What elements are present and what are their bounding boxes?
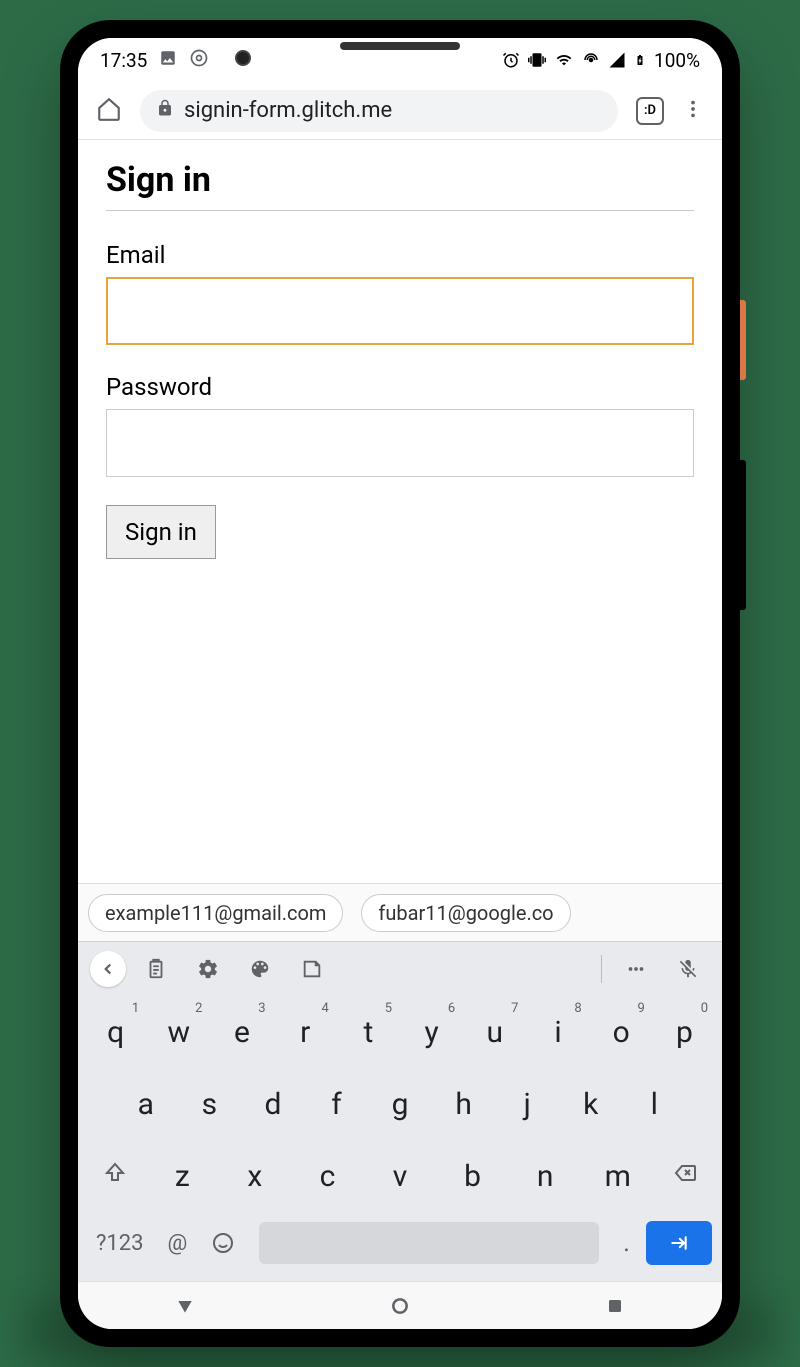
clipboard-icon[interactable] bbox=[134, 947, 178, 991]
key-i[interactable]: i8 bbox=[526, 1003, 589, 1061]
at-key[interactable]: @ bbox=[160, 1219, 196, 1267]
keyboard-row-bottom: ?123 @ . bbox=[84, 1219, 716, 1267]
suggestion-1[interactable]: example111@gmail.com bbox=[88, 894, 343, 932]
url-text: signin-form.glitch.me bbox=[184, 98, 392, 123]
key-z[interactable]: z bbox=[146, 1147, 219, 1205]
url-bar[interactable]: signin-form.glitch.me bbox=[140, 90, 618, 132]
android-nav-bar bbox=[78, 1281, 722, 1329]
key-y[interactable]: y6 bbox=[400, 1003, 463, 1061]
suggestion-2[interactable]: fubar11@google.co bbox=[361, 894, 570, 932]
keyboard-row-1: q1w2e3r4t5y6u7i8o9p0 bbox=[84, 1003, 716, 1061]
notification-icon bbox=[159, 49, 177, 72]
alarm-icon bbox=[502, 51, 520, 69]
key-v[interactable]: v bbox=[364, 1147, 437, 1205]
phone-camera bbox=[235, 50, 251, 66]
keyboard-toolbar bbox=[78, 941, 722, 995]
key-t[interactable]: t5 bbox=[337, 1003, 400, 1061]
keyboard: q1w2e3r4t5y6u7i8o9p0 asdfghjkl zxcvbnm ?… bbox=[78, 995, 722, 1281]
nav-home[interactable] bbox=[380, 1286, 420, 1326]
chrome-icon bbox=[189, 48, 209, 73]
phone-frame: 17:35 bbox=[60, 20, 740, 1347]
key-h[interactable]: h bbox=[432, 1075, 496, 1133]
period-key[interactable]: . bbox=[615, 1219, 638, 1267]
emoji-key[interactable] bbox=[203, 1219, 243, 1267]
sticker-icon[interactable] bbox=[290, 947, 334, 991]
palette-icon[interactable] bbox=[238, 947, 282, 991]
phone-speaker bbox=[340, 42, 460, 50]
browser-toolbar: signin-form.glitch.me :D bbox=[78, 82, 722, 140]
status-time: 17:35 bbox=[100, 49, 147, 72]
page-title: Sign in bbox=[106, 160, 694, 211]
menu-icon[interactable] bbox=[682, 98, 704, 124]
key-q[interactable]: q1 bbox=[84, 1003, 147, 1061]
power-button bbox=[740, 300, 746, 380]
nav-back[interactable] bbox=[165, 1286, 205, 1326]
email-field[interactable] bbox=[106, 277, 694, 345]
key-l[interactable]: l bbox=[623, 1075, 687, 1133]
gear-icon[interactable] bbox=[186, 947, 230, 991]
screen: 17:35 bbox=[78, 38, 722, 1329]
key-k[interactable]: k bbox=[559, 1075, 623, 1133]
key-f[interactable]: f bbox=[305, 1075, 369, 1133]
key-p[interactable]: p0 bbox=[653, 1003, 716, 1061]
page-content: Sign in Email Password Sign in bbox=[78, 140, 722, 883]
battery-icon bbox=[634, 50, 646, 70]
space-key[interactable] bbox=[259, 1222, 599, 1264]
battery-percent: 100% bbox=[654, 49, 700, 72]
key-x[interactable]: x bbox=[219, 1147, 292, 1205]
backspace-key[interactable] bbox=[654, 1147, 716, 1199]
tab-switcher[interactable]: :D bbox=[636, 97, 664, 125]
mic-off-icon[interactable] bbox=[666, 947, 710, 991]
symbols-key[interactable]: ?123 bbox=[88, 1219, 152, 1267]
more-icon[interactable] bbox=[614, 947, 658, 991]
key-r[interactable]: r4 bbox=[274, 1003, 337, 1061]
key-j[interactable]: j bbox=[495, 1075, 559, 1133]
password-field[interactable] bbox=[106, 409, 694, 477]
lock-icon bbox=[156, 98, 174, 123]
key-w[interactable]: w2 bbox=[147, 1003, 210, 1061]
nav-recent[interactable] bbox=[595, 1286, 635, 1326]
key-c[interactable]: c bbox=[291, 1147, 364, 1205]
enter-key[interactable] bbox=[646, 1221, 712, 1265]
home-icon[interactable] bbox=[96, 96, 122, 126]
key-u[interactable]: u7 bbox=[463, 1003, 526, 1061]
key-e[interactable]: e3 bbox=[210, 1003, 273, 1061]
key-m[interactable]: m bbox=[581, 1147, 654, 1205]
key-d[interactable]: d bbox=[241, 1075, 305, 1133]
key-b[interactable]: b bbox=[436, 1147, 509, 1205]
key-o[interactable]: o9 bbox=[590, 1003, 653, 1061]
keyboard-row-2: asdfghjkl bbox=[84, 1075, 716, 1133]
key-s[interactable]: s bbox=[178, 1075, 242, 1133]
key-a[interactable]: a bbox=[114, 1075, 178, 1133]
wifi-icon bbox=[554, 52, 574, 68]
vibrate-icon bbox=[528, 51, 546, 69]
keyboard-back-icon[interactable] bbox=[90, 951, 126, 987]
password-label: Password bbox=[106, 373, 694, 401]
hotspot-icon bbox=[582, 51, 600, 69]
signin-button[interactable]: Sign in bbox=[106, 505, 216, 559]
key-n[interactable]: n bbox=[509, 1147, 582, 1205]
autofill-suggestions: example111@gmail.com fubar11@google.co bbox=[78, 883, 722, 941]
key-g[interactable]: g bbox=[368, 1075, 432, 1133]
shift-key[interactable] bbox=[84, 1147, 146, 1199]
volume-button bbox=[740, 460, 746, 610]
keyboard-row-3-keys: zxcvbnm bbox=[146, 1147, 654, 1205]
keyboard-row-3: zxcvbnm bbox=[84, 1147, 716, 1205]
email-label: Email bbox=[106, 241, 694, 269]
signal-icon bbox=[608, 51, 626, 69]
